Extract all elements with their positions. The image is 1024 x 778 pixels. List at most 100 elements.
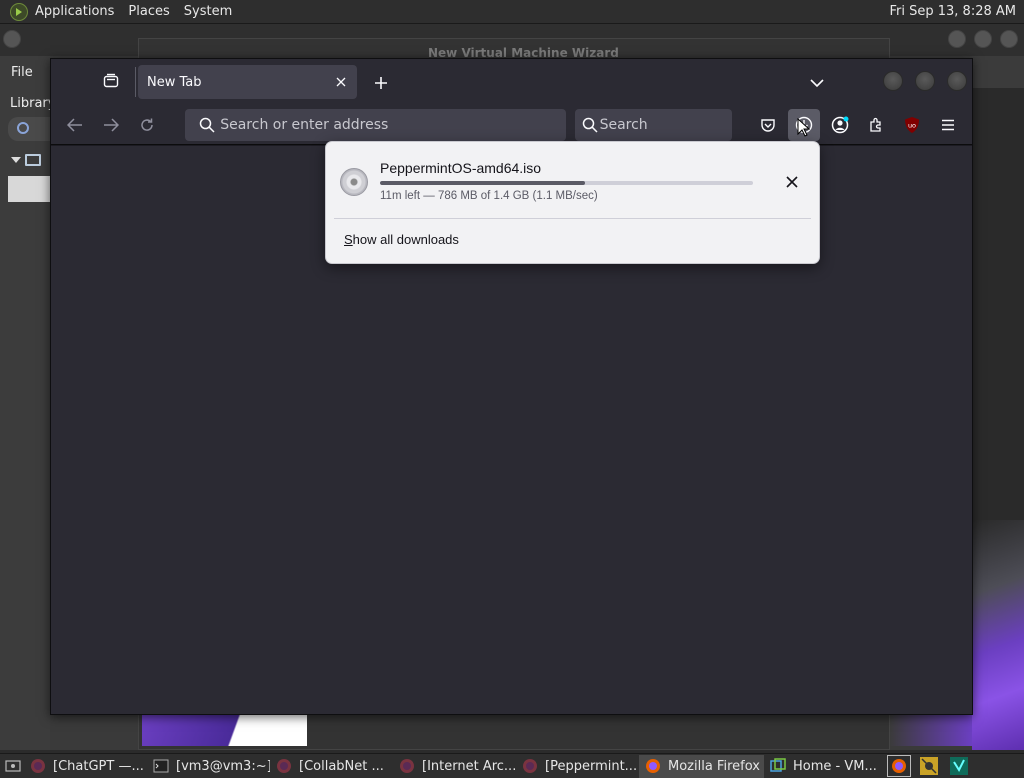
taskbar-item[interactable]: [ChatGPT —...: [24, 755, 147, 778]
taskbar-item-label: [Internet Arc...: [422, 758, 516, 774]
bg-close-icon: [1000, 30, 1018, 48]
downloads-panel: PeppermintOS-amd64.iso 11m left — 786 MB…: [325, 141, 820, 264]
firefox-icon: [399, 758, 415, 774]
taskbar-item-label: Mozilla Firefox: [668, 758, 760, 774]
background-tree-expander-icon: [11, 157, 21, 163]
show-all-downloads-button[interactable]: Show all downloads: [344, 232, 459, 247]
background-selected-row: [8, 176, 50, 202]
taskbar-item[interactable]: [Peppermint...: [516, 755, 639, 778]
ublock-icon: uo: [905, 117, 919, 133]
close-icon: [336, 77, 346, 87]
menu-applications[interactable]: Applications: [28, 0, 121, 24]
firefox-view-icon: [103, 73, 119, 88]
show-desktop-button[interactable]: [2, 756, 24, 776]
taskbar-item-label: [CollabNet ...: [299, 758, 384, 774]
close-icon: [786, 176, 798, 188]
taskbar-item-active[interactable]: Mozilla Firefox: [639, 754, 764, 778]
distro-logo-icon[interactable]: [10, 2, 28, 21]
download-filename: PeppermintOS-amd64.iso: [380, 160, 542, 176]
plus-icon: [375, 77, 387, 89]
background-search-input: [8, 117, 50, 141]
background-menu-file: File: [11, 65, 33, 80]
reload-icon: [141, 118, 153, 131]
tab-new-tab[interactable]: New Tab: [138, 65, 357, 99]
desktop-wallpaper: [972, 520, 1024, 750]
tray-app-launcher[interactable]: [917, 755, 941, 777]
taskbar-item[interactable]: Home - VM...: [764, 755, 881, 778]
show-all-label: how all downloads: [352, 232, 459, 247]
download-status: 11m left — 786 MB of 1.4 GB (1.1 MB/sec): [380, 190, 598, 202]
desktop-wallpaper-fragment-right: [890, 714, 972, 746]
navigation-toolbar: uo: [51, 105, 972, 145]
tab-close-button[interactable]: [331, 72, 351, 92]
bg-maximize-icon: [974, 30, 992, 48]
bg-minimize-icon: [948, 30, 966, 48]
taskbar-item[interactable]: [vm3@vm3:~]: [147, 755, 270, 778]
app-menu-button[interactable]: [932, 109, 964, 141]
tab-title: New Tab: [147, 74, 202, 90]
tray-vscode-launcher[interactable]: [947, 755, 971, 777]
arrow-right-icon: [104, 118, 119, 132]
firefox-view-button[interactable]: [99, 69, 123, 93]
taskbar-item-label: [ChatGPT —...: [53, 758, 144, 774]
extensions-icon: [870, 117, 881, 132]
firefox-icon: [892, 759, 906, 773]
show-all-accesskey: S: [344, 232, 353, 247]
search-input[interactable]: [599, 117, 732, 133]
download-item[interactable]: PeppermintOS-amd64.iso 11m left — 786 MB…: [334, 150, 811, 214]
ublock-label: uo: [908, 122, 916, 130]
arrow-left-icon: [67, 118, 82, 132]
desktop-icon: [5, 760, 21, 772]
firefox-icon: [30, 758, 46, 774]
account-button[interactable]: [824, 109, 856, 141]
top-panel: Applications Places System Fri Sep 13, 8…: [0, 0, 1024, 24]
taskbar-item[interactable]: [Internet Arc...: [393, 755, 516, 778]
mouse-cursor-icon: [797, 118, 811, 137]
firefox-icon: [276, 758, 292, 774]
downloads-divider: [334, 218, 811, 219]
firefox-icon: [522, 758, 538, 774]
download-progress-fill: [380, 181, 586, 185]
address-bar[interactable]: [185, 109, 566, 141]
tab-separator: [135, 67, 136, 97]
back-button[interactable]: [61, 111, 89, 139]
settings-app-icon: [920, 757, 938, 775]
background-library-label: Library: [10, 96, 56, 111]
terminal-icon: [153, 758, 169, 774]
vmware-icon: [770, 758, 786, 774]
new-tab-button[interactable]: [369, 71, 393, 95]
taskbar-item-label: Home - VM...: [793, 758, 877, 774]
search-bar[interactable]: [575, 109, 732, 141]
disc-image-file-icon: [340, 168, 368, 196]
desktop-wallpaper-fragment: [142, 714, 307, 746]
close-window-button[interactable]: [947, 71, 967, 91]
searchbar-search-icon: [581, 109, 600, 141]
account-icon: [831, 116, 849, 134]
taskbar-item[interactable]: [CollabNet ...: [270, 755, 393, 778]
cancel-download-button[interactable]: [780, 170, 804, 194]
background-right-header: [972, 56, 1024, 88]
extensions-button[interactable]: [860, 109, 892, 141]
pocket-button[interactable]: [752, 109, 784, 141]
panel-clock[interactable]: Fri Sep 13, 8:28 AM: [890, 4, 1024, 19]
address-input[interactable]: [220, 117, 566, 133]
forward-button[interactable]: [97, 111, 125, 139]
firefox-icon: [645, 758, 661, 774]
maximize-button[interactable]: [915, 71, 935, 91]
search-icon: [193, 109, 220, 141]
background-search-icon: [17, 122, 29, 134]
bg-window-control-icon: [3, 30, 21, 48]
download-progress-bar: [380, 181, 753, 185]
menu-places[interactable]: Places: [121, 0, 176, 24]
tab-bar: New Tab: [51, 59, 972, 105]
list-all-tabs-button[interactable]: [805, 71, 829, 95]
pocket-icon: [761, 119, 775, 132]
reload-button[interactable]: [133, 111, 161, 139]
menu-system[interactable]: System: [177, 0, 239, 24]
tray-firefox-launcher[interactable]: [887, 755, 911, 777]
ublock-button[interactable]: uo: [896, 109, 928, 141]
downloads-button[interactable]: [788, 109, 820, 141]
minimize-button[interactable]: [883, 71, 903, 91]
taskbar-item-label: [Peppermint...: [545, 758, 638, 774]
code-editor-icon: [950, 757, 968, 775]
